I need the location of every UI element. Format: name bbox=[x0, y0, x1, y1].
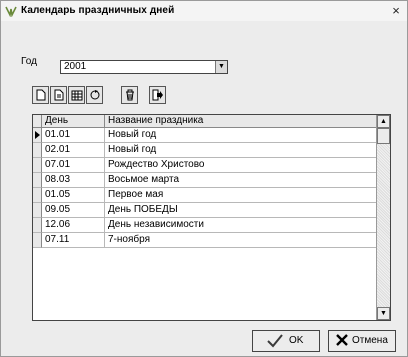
refresh-icon bbox=[90, 90, 100, 100]
refresh-button[interactable] bbox=[86, 86, 103, 104]
day-cell[interactable]: 01.05 bbox=[42, 188, 105, 203]
scroll-thumb[interactable] bbox=[377, 128, 390, 144]
close-button[interactable]: × bbox=[389, 4, 403, 18]
export-button[interactable] bbox=[149, 86, 166, 104]
calendar-button[interactable] bbox=[68, 86, 85, 104]
chevron-down-icon[interactable]: ▼ bbox=[215, 61, 227, 73]
row-indicator bbox=[33, 158, 42, 173]
row-indicator bbox=[33, 128, 42, 143]
copy-doc-icon bbox=[54, 89, 64, 101]
name-cell[interactable]: День независимости bbox=[105, 218, 377, 233]
table-row[interactable]: 01.05 Первое мая bbox=[33, 188, 377, 203]
column-header-day[interactable]: День bbox=[42, 115, 105, 128]
cancel-button[interactable]: Отмена bbox=[328, 330, 396, 352]
row-indicator bbox=[33, 203, 42, 218]
name-cell[interactable]: Новый год bbox=[105, 143, 377, 158]
holiday-table[interactable]: День Название праздника 01.01 Новый год … bbox=[32, 114, 391, 321]
cancel-label: Отмена bbox=[352, 335, 388, 346]
day-cell[interactable]: 09.05 bbox=[42, 203, 105, 218]
copy-button[interactable] bbox=[50, 86, 67, 104]
cross-icon bbox=[336, 334, 348, 346]
vertical-scrollbar[interactable]: ▲ ▼ bbox=[376, 115, 390, 320]
name-cell[interactable]: Новый год bbox=[105, 128, 377, 143]
ok-button[interactable]: OK bbox=[252, 330, 320, 352]
row-indicator bbox=[33, 233, 42, 248]
day-cell[interactable]: 01.01 bbox=[42, 128, 105, 143]
new-button[interactable] bbox=[32, 86, 49, 104]
table-row[interactable]: 12.06 День независимости bbox=[33, 218, 377, 233]
day-cell[interactable]: 07.11 bbox=[42, 233, 105, 248]
name-cell[interactable]: Восьмое марта bbox=[105, 173, 377, 188]
table-row[interactable]: 07.01 Рождество Христово bbox=[33, 158, 377, 173]
new-doc-icon bbox=[36, 89, 46, 101]
name-cell[interactable]: 7-ноября bbox=[105, 233, 377, 248]
row-indicator bbox=[33, 173, 42, 188]
table-row[interactable]: 01.01 Новый год bbox=[33, 128, 377, 143]
table-row[interactable]: 07.11 7-ноября bbox=[33, 233, 377, 248]
name-cell[interactable]: День ПОБЕДЫ bbox=[105, 203, 377, 218]
scroll-down-icon[interactable]: ▼ bbox=[377, 307, 390, 320]
holiday-calendar-window: Календарь праздничных дней × Год 2001 ▼ … bbox=[0, 0, 408, 357]
table-row[interactable]: 02.01 Новый год bbox=[33, 143, 377, 158]
delete-button[interactable] bbox=[121, 86, 138, 104]
current-row-arrow-icon bbox=[35, 131, 40, 139]
row-indicator bbox=[33, 218, 42, 233]
checkmark-icon bbox=[267, 334, 283, 348]
day-cell[interactable]: 12.06 bbox=[42, 218, 105, 233]
table-row[interactable]: 09.05 День ПОБЕДЫ bbox=[33, 203, 377, 218]
year-select[interactable]: 2001 ▼ bbox=[60, 60, 228, 74]
window-title: Календарь праздничных дней bbox=[21, 5, 175, 16]
row-indicator-header bbox=[33, 115, 42, 128]
day-cell[interactable]: 02.01 bbox=[42, 143, 105, 158]
trash-icon bbox=[126, 89, 134, 101]
name-cell[interactable]: Первое мая bbox=[105, 188, 377, 203]
year-value: 2001 bbox=[64, 61, 87, 72]
day-cell[interactable]: 07.01 bbox=[42, 158, 105, 173]
name-cell[interactable]: Рождество Христово bbox=[105, 158, 377, 173]
column-header-name[interactable]: Название праздника bbox=[105, 115, 377, 128]
year-label: Год bbox=[21, 56, 37, 67]
export-icon bbox=[152, 89, 163, 101]
title-bar[interactable]: Календарь праздничных дней × bbox=[1, 1, 407, 21]
app-icon bbox=[5, 6, 17, 17]
row-indicator bbox=[33, 188, 42, 203]
table-row[interactable]: 08.03 Восьмое марта bbox=[33, 173, 377, 188]
day-cell[interactable]: 08.03 bbox=[42, 173, 105, 188]
calendar-grid-icon bbox=[71, 90, 83, 101]
row-indicator bbox=[33, 143, 42, 158]
ok-label: OK bbox=[289, 335, 304, 346]
scroll-up-icon[interactable]: ▲ bbox=[377, 115, 390, 128]
